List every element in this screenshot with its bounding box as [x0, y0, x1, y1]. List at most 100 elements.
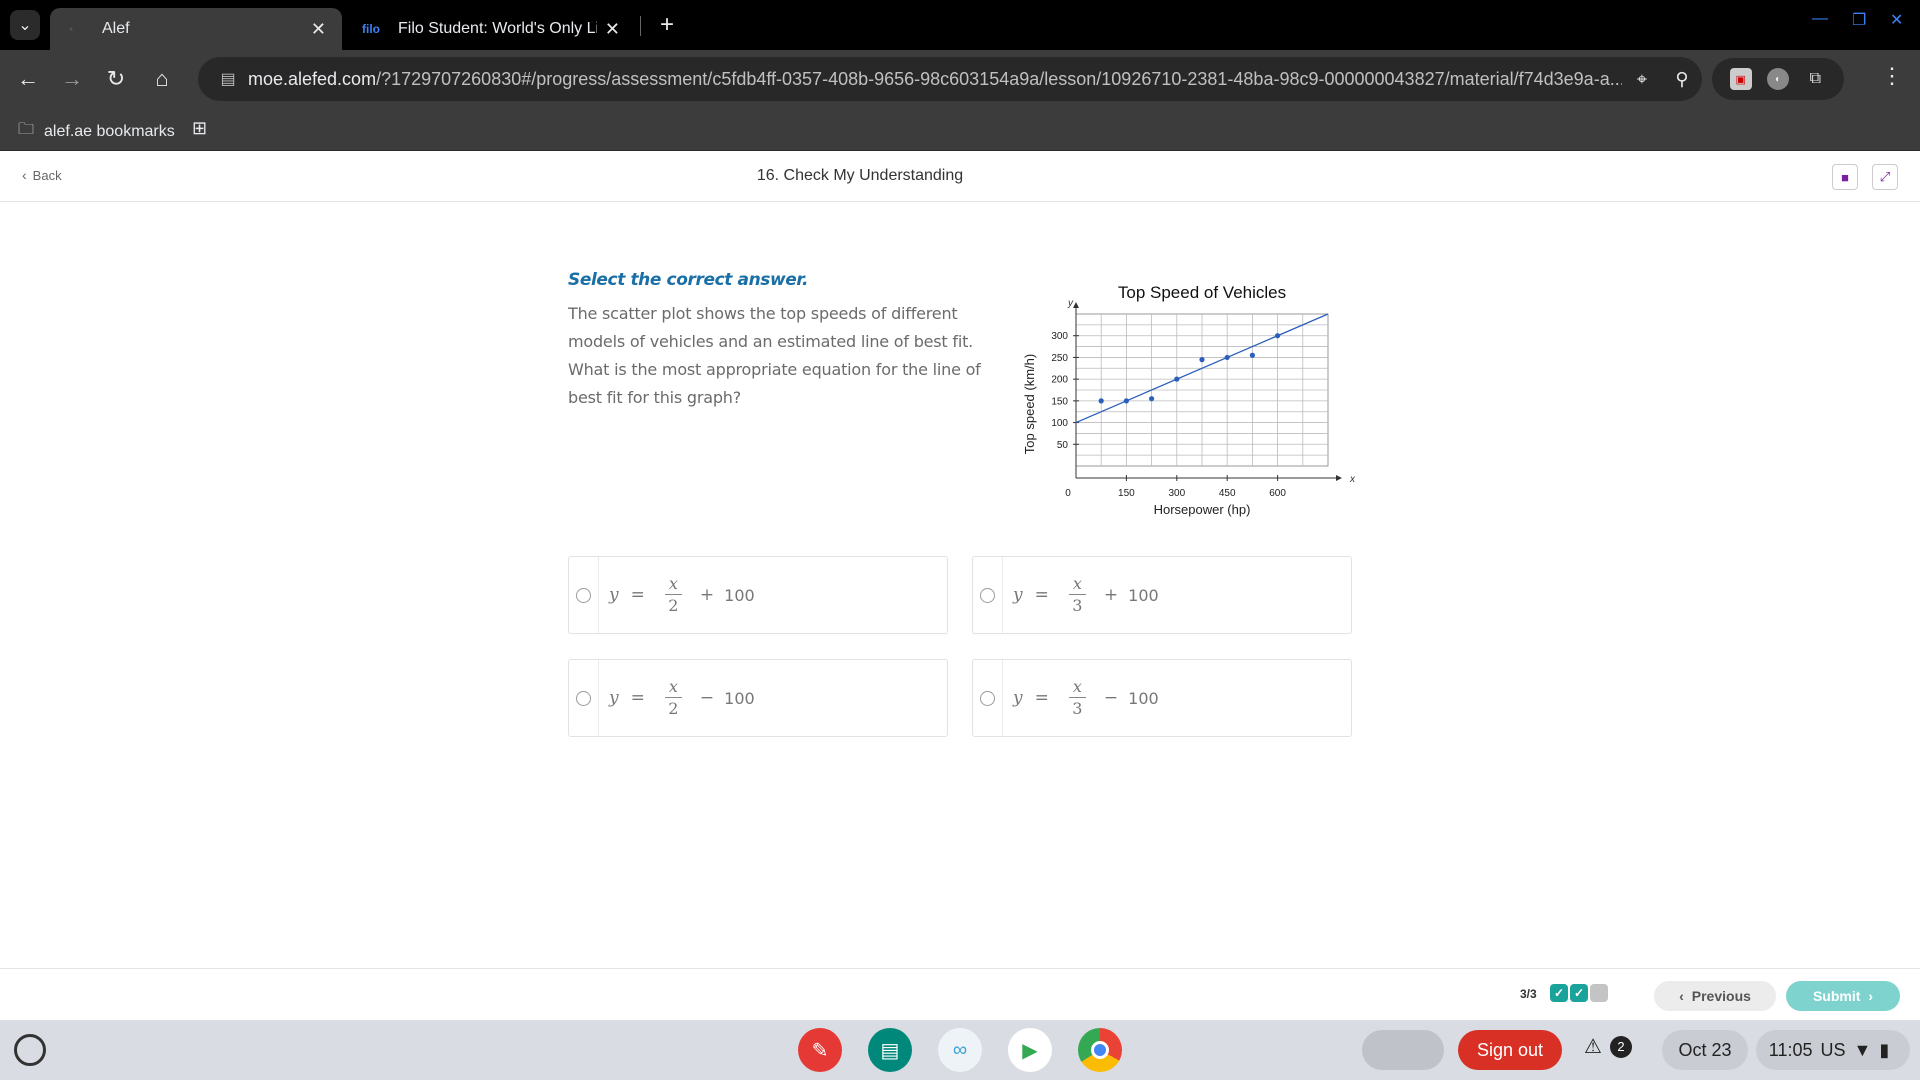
date-display[interactable]: Oct 23	[1662, 1030, 1748, 1070]
question-area: Select the correct answer. The scatter p…	[568, 270, 1008, 412]
url-text[interactable]: moe.alefed.com/?1729707260830#/progress/…	[248, 69, 1622, 90]
chevron-right-icon: ›	[1868, 988, 1874, 1004]
expr-const: 100	[1128, 585, 1159, 605]
browser-toolbar: ← → ↻ ⌂ ▤ moe.alefed.com/?1729707260830#…	[0, 50, 1920, 108]
x-tick-label: 600	[1269, 488, 1286, 499]
frac-num: x	[664, 574, 682, 595]
minimize-icon[interactable]: —	[1812, 10, 1828, 28]
folder-icon: 🗀	[18, 121, 35, 138]
reload-icon[interactable]: ↻	[100, 63, 132, 95]
window-preview[interactable]	[1362, 1030, 1444, 1070]
answer-option-2[interactable]: y = x3 + 100	[972, 556, 1352, 634]
tab-separator	[640, 16, 641, 36]
battery-icon: ▮	[1879, 1039, 1890, 1060]
warning-icon: ⚠	[1584, 1036, 1602, 1058]
fullscreen-button[interactable]: ⤢	[1872, 164, 1898, 190]
sign-out-button[interactable]: Sign out	[1458, 1030, 1562, 1070]
address-bar[interactable]: ▤ moe.alefed.com/?1729707260830#/progres…	[198, 57, 1702, 101]
notes-button[interactable]: ■	[1832, 164, 1858, 190]
y-tick-label: 250	[1051, 353, 1068, 364]
x-tick-label: 300	[1168, 488, 1185, 499]
progress-step-done[interactable]: ✓	[1570, 984, 1588, 1002]
data-point	[1224, 354, 1230, 361]
radio-button[interactable]	[980, 690, 995, 706]
restore-icon[interactable]: ❐	[1852, 10, 1866, 30]
expr-const: 100	[724, 688, 755, 708]
y-axis-label: Top speed (km/h)	[1022, 354, 1037, 454]
progress-step-current[interactable]	[1590, 984, 1608, 1002]
close-icon[interactable]: ✕	[605, 19, 620, 40]
close-window-icon[interactable]: ✕	[1890, 10, 1903, 30]
previous-label: Previous	[1691, 988, 1751, 1004]
location-pin-icon[interactable]: ⌖	[1622, 69, 1662, 90]
notifications[interactable]: ⚠ 2	[1584, 1034, 1632, 1059]
progress-step-done[interactable]: ✓	[1550, 984, 1568, 1002]
new-tab-button[interactable]: +	[652, 10, 682, 40]
paint-app-icon[interactable]: ✎	[798, 1028, 842, 1072]
radio-cell[interactable]	[973, 557, 1003, 633]
radio-cell[interactable]	[973, 660, 1003, 736]
clock: 11:05	[1768, 1039, 1813, 1060]
apps-grid-icon[interactable]: ⊞	[192, 118, 207, 139]
classroom-app-icon[interactable]: ▤	[868, 1028, 912, 1072]
radio-button[interactable]	[980, 587, 995, 603]
y-tick-label: 150	[1051, 396, 1068, 407]
data-point	[1199, 357, 1205, 363]
expr-op: +	[1103, 585, 1119, 605]
expr-op: +	[699, 585, 715, 605]
frac-den: 3	[1072, 698, 1083, 718]
zoom-icon[interactable]: ⚲	[1662, 69, 1702, 90]
page-title: 16. Check My Understanding	[756, 167, 964, 184]
expr-eq: =	[630, 585, 645, 605]
radio-button[interactable]	[576, 690, 591, 706]
chrome-icon[interactable]	[1078, 1028, 1122, 1072]
home-icon[interactable]: ⌂	[146, 63, 178, 95]
menu-kebab-icon[interactable]: ⋮	[1880, 63, 1904, 89]
frac-den: 2	[668, 595, 679, 615]
answer-option-3[interactable]: y = x2 − 100	[568, 659, 948, 737]
option-expression: y = x3 − 100	[1013, 677, 1159, 720]
expr-eq: =	[630, 688, 645, 708]
submit-button[interactable]: Submit ›	[1786, 981, 1900, 1011]
y-tick-label: 100	[1051, 418, 1068, 429]
lesson-footer: 3/3 ✓ ✓ ‹ Previous Submit ›	[0, 968, 1920, 1020]
y-tick-label: 200	[1051, 375, 1068, 386]
expr-const: 100	[724, 585, 755, 605]
play-store-icon[interactable]: ▶	[1008, 1028, 1052, 1072]
back-arrow-icon[interactable]: ←	[12, 63, 44, 95]
status-tray[interactable]: 11:05 US ▼ ▮	[1756, 1030, 1910, 1070]
progress-count: 3/3	[1520, 987, 1537, 1001]
extension-icon[interactable]: ▣	[1729, 68, 1752, 90]
expr-op: −	[1103, 688, 1119, 708]
question-text-2: What is the most appropriate equation fo…	[568, 360, 981, 407]
previous-button[interactable]: ‹ Previous	[1654, 981, 1776, 1011]
expr-const: 100	[1128, 688, 1159, 708]
radio-cell[interactable]	[569, 660, 599, 736]
bookmarks-bar: 🗀 alef.ae bookmarks ⊞	[0, 108, 1920, 151]
radio-cell[interactable]	[569, 557, 599, 633]
expr-var: y	[609, 688, 619, 708]
expr-fraction: x3	[1068, 677, 1086, 720]
data-point	[1249, 352, 1255, 358]
radio-button[interactable]	[576, 587, 591, 603]
answer-option-4[interactable]: y = x3 − 100	[972, 659, 1352, 737]
tab-title: Alef	[102, 20, 130, 37]
scatter-chart: Top Speed of Vehicles x y 0 150 300 450 600 50 10…	[1020, 276, 1360, 538]
puzzle-icon[interactable]: ⧉	[1804, 68, 1826, 90]
expr-eq: =	[1034, 585, 1049, 605]
close-icon[interactable]: ✕	[311, 19, 326, 40]
tab-search-button[interactable]: ⌄	[10, 10, 40, 40]
site-info-icon[interactable]: ▤	[208, 69, 248, 89]
sync-app-icon[interactable]: ∞	[938, 1028, 982, 1072]
extensions-group: ▣ ◐ ⧉	[1712, 58, 1844, 100]
alef-favicon-icon: ◔	[66, 21, 74, 37]
forward-arrow-icon[interactable]: →	[56, 63, 88, 95]
notification-badge: 2	[1609, 1035, 1632, 1058]
launcher-icon[interactable]	[14, 1034, 46, 1066]
answer-option-1[interactable]: y = x2 + 100	[568, 556, 948, 634]
bookmark-folder[interactable]: 🗀 alef.ae bookmarks	[18, 118, 175, 145]
tab-filo[interactable]: filo Filo Student: World's Only Live I ✕	[346, 8, 636, 50]
data-point	[1174, 376, 1180, 382]
tab-alef[interactable]: ◔ Alef ✕	[50, 8, 342, 50]
extension-icon[interactable]: ◐	[1766, 68, 1789, 90]
